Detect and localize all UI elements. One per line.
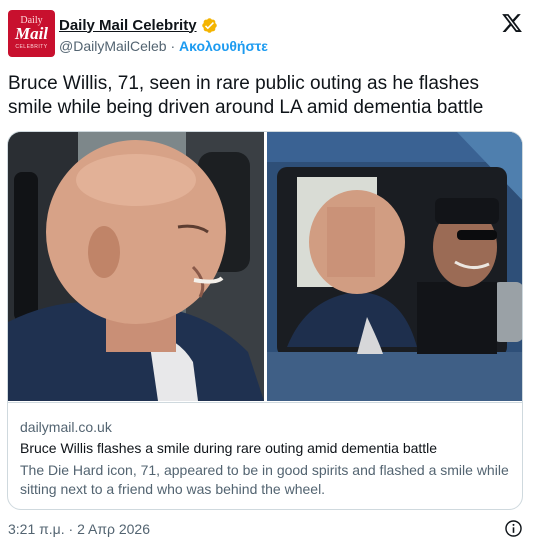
handle[interactable]: @DailyMailCeleb bbox=[59, 38, 167, 54]
photo-right[interactable] bbox=[267, 132, 522, 401]
info-icon[interactable] bbox=[504, 519, 523, 538]
photo-right-image bbox=[267, 132, 522, 401]
tweet-footer: 3:21 π.μ. · 2 Απρ 2026 bbox=[8, 519, 525, 539]
handle-row: @DailyMailCeleb · Ακολουθήστε bbox=[59, 38, 268, 54]
card-title: Bruce Willis flashes a smile during rare… bbox=[20, 440, 438, 456]
card-domain: dailymail.co.uk bbox=[20, 419, 112, 435]
avatar-text-celebrity: CELEBRITY bbox=[15, 44, 48, 50]
name-row: Daily Mail Celebrity bbox=[59, 15, 218, 35]
tweet-text: Bruce Willis, 71, seen in rare public ou… bbox=[8, 73, 484, 118]
link-preview-card[interactable]: dailymail.co.uk Bruce Willis flashes a s… bbox=[7, 131, 523, 510]
card-description: The Die Hard icon, 71, appeared to be in… bbox=[20, 462, 509, 497]
tweet-header: Daily Mail CELEBRITY Daily Mail Celebrit… bbox=[8, 10, 525, 58]
timestamp[interactable]: 3:21 π.μ. · 2 Απρ 2026 bbox=[8, 521, 150, 537]
card-meta[interactable]: dailymail.co.uk Bruce Willis flashes a s… bbox=[8, 402, 522, 509]
photo-left-image bbox=[8, 132, 264, 401]
avatar[interactable]: Daily Mail CELEBRITY bbox=[8, 10, 55, 57]
display-name[interactable]: Daily Mail Celebrity bbox=[59, 17, 197, 34]
separator: · bbox=[166, 38, 180, 54]
follow-button[interactable]: Ακολουθήστε bbox=[179, 38, 268, 54]
x-logo-icon[interactable] bbox=[501, 12, 523, 34]
avatar-text-mail: Mail bbox=[14, 24, 49, 43]
verified-badge-icon bbox=[201, 17, 217, 33]
card-images[interactable] bbox=[8, 132, 522, 401]
photo-left[interactable] bbox=[8, 132, 264, 401]
